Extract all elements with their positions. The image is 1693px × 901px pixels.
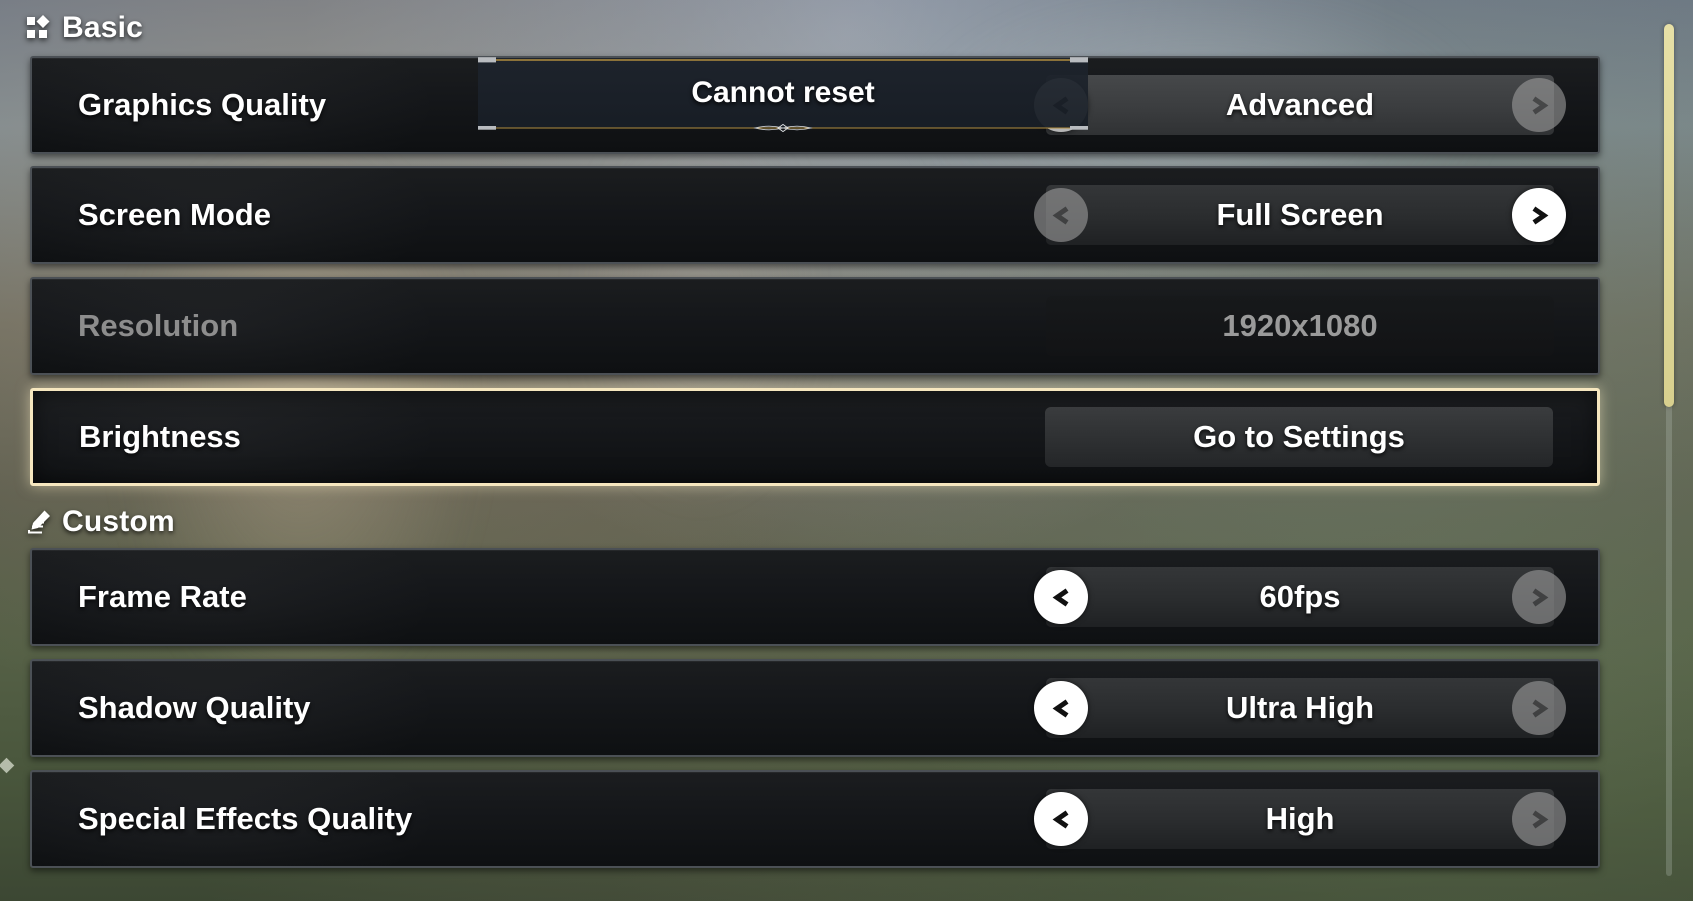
chevron-right-icon (1532, 699, 1548, 717)
graphics-quality-value: Advanced (1225, 87, 1375, 122)
brightness-action-button[interactable]: Go to Settings (1045, 407, 1553, 467)
frame-rate-value: 60fps (1259, 579, 1341, 614)
frame-rate-label: Frame Rate (78, 579, 247, 614)
scrollbar-thumb[interactable] (1664, 24, 1674, 408)
screen-mode-prev-button[interactable] (1034, 188, 1088, 242)
special-effects-quality-value: High (1265, 801, 1335, 836)
graphics-quality-prev-button[interactable] (1034, 78, 1088, 132)
chevron-left-icon (1052, 206, 1068, 224)
chevron-right-icon (1532, 588, 1548, 606)
stepper-shadow-quality: Ultra High (1034, 678, 1566, 738)
chevron-right-icon (1532, 810, 1548, 828)
chevron-left-icon (1052, 588, 1068, 606)
special-effects-quality-label: Special Effects Quality (78, 801, 413, 836)
chevron-left-icon (1052, 96, 1068, 114)
brightness-label: Brightness (79, 419, 241, 454)
setting-row-frame-rate[interactable]: Frame Rate 60fps (30, 548, 1600, 646)
resolution-value: 1920x1080 (1222, 308, 1378, 343)
setting-row-graphics-quality[interactable]: Graphics Quality Advanced (30, 56, 1600, 154)
shadow-quality-value: Ultra High (1225, 690, 1375, 725)
brightness-action-label: Go to Settings (1193, 419, 1405, 454)
four-squares-icon (27, 15, 50, 38)
section-header-custom: Custom (26, 502, 175, 542)
graphics-quality-label: Graphics Quality (78, 87, 327, 122)
frame-rate-next-button[interactable] (1512, 570, 1566, 624)
frame-rate-prev-button[interactable] (1034, 570, 1088, 624)
resolution-value-box: 1920x1080 (1046, 296, 1554, 356)
section-title-custom: Custom (62, 505, 175, 538)
graphics-quality-next-button[interactable] (1512, 78, 1566, 132)
shadow-quality-prev-button[interactable] (1034, 681, 1088, 735)
chevron-left-icon (1052, 810, 1068, 828)
screen-mode-value: Full Screen (1216, 197, 1384, 232)
pencil-edit-icon (28, 510, 50, 534)
shadow-quality-label: Shadow Quality (78, 690, 311, 725)
screen-mode-label: Screen Mode (78, 197, 271, 232)
chevron-left-icon (1052, 699, 1068, 717)
setting-row-brightness[interactable]: Brightness Go to Settings (30, 388, 1600, 486)
stepper-screen-mode: Full Screen (1034, 185, 1566, 245)
shadow-quality-next-button[interactable] (1512, 681, 1566, 735)
setting-row-screen-mode[interactable]: Screen Mode Full Screen (30, 166, 1600, 264)
section-header-basic: Basic (26, 8, 143, 48)
setting-row-resolution[interactable]: Resolution 1920x1080 (30, 277, 1600, 375)
stepper-special-effects-quality: High (1034, 789, 1566, 849)
special-effects-quality-next-button[interactable] (1512, 792, 1566, 846)
special-effects-quality-prev-button[interactable] (1034, 792, 1088, 846)
stepper-frame-rate: 60fps (1034, 567, 1566, 627)
chevron-right-icon (1532, 96, 1548, 114)
screen-mode-next-button[interactable] (1512, 188, 1566, 242)
setting-row-special-effects-quality[interactable]: Special Effects Quality High (30, 770, 1600, 868)
stepper-graphics-quality: Advanced (1034, 75, 1566, 135)
chevron-right-icon (1532, 206, 1548, 224)
resolution-label: Resolution (78, 308, 239, 343)
settings-scroll-viewport: Basic Graphics Quality Advanced Screen Mode… (0, 0, 1656, 901)
section-title-basic: Basic (62, 11, 144, 44)
setting-row-shadow-quality[interactable]: Shadow Quality Ultra High (30, 659, 1600, 757)
